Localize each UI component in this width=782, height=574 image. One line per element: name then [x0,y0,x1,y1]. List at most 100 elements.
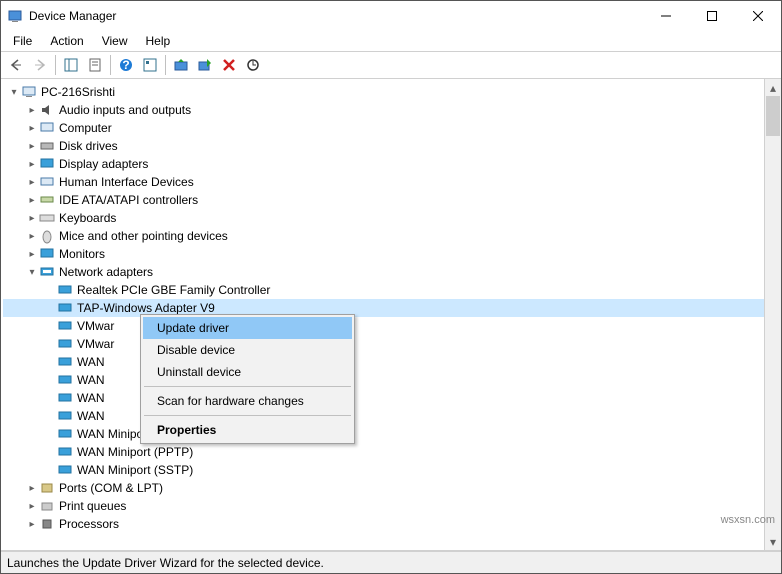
category-row[interactable]: ▸ Monitors [3,245,781,263]
category-row[interactable]: ▸ IDE ATA/ATAPI controllers [3,191,781,209]
chevron-right-icon[interactable]: ▸ [25,121,39,135]
category-row[interactable]: ▸ Human Interface Devices [3,173,781,191]
menu-help[interactable]: Help [138,32,179,50]
properties-button[interactable] [84,54,106,76]
device-label: TAP-Windows Adapter V9 [75,301,217,315]
device-tree[interactable]: ▾ PC-216Srishti ▸ Audio inputs and outpu… [1,79,781,533]
menubar: File Action View Help [1,31,781,51]
window-title: Device Manager [29,9,643,23]
network-adapter-icon [57,300,73,316]
context-disable-device[interactable]: Disable device [143,339,352,361]
scroll-thumb[interactable] [766,96,780,136]
chevron-right-icon[interactable]: ▸ [25,175,39,189]
network-adapter-icon [57,282,73,298]
app-icon [7,8,23,24]
menu-view[interactable]: View [94,32,136,50]
action-button[interactable] [139,54,161,76]
device-row[interactable]: WAN [3,407,781,425]
category-label: Keyboards [57,211,118,225]
minimize-button[interactable] [643,1,689,31]
category-row[interactable]: ▸ Display adapters [3,155,781,173]
category-row[interactable]: ▸ Mice and other pointing devices [3,227,781,245]
uninstall-device-button[interactable] [218,54,240,76]
network-icon [39,264,55,280]
device-label: WAN Miniport (SSTP) [75,463,195,477]
chevron-right-icon[interactable]: ▸ [25,229,39,243]
audio-icon [39,102,55,118]
nav-back-button[interactable] [5,54,27,76]
category-row[interactable]: ▸ Print queues [3,497,781,515]
chevron-right-icon[interactable]: ▸ [25,211,39,225]
category-label: Computer [57,121,114,135]
device-label: Realtek PCIe GBE Family Controller [75,283,272,297]
mouse-icon [39,228,55,244]
device-row[interactable]: WAN Miniport (PPPOE) [3,425,781,443]
tree-root-label: PC-216Srishti [39,85,117,99]
category-row-network[interactable]: ▾ Network adapters [3,263,781,281]
menu-file[interactable]: File [5,32,40,50]
category-row[interactable]: ▸ Processors [3,515,781,533]
network-adapter-icon [57,444,73,460]
category-row[interactable]: ▸ Computer [3,119,781,137]
device-row[interactable]: Realtek PCIe GBE Family Controller [3,281,781,299]
device-row[interactable]: VMwar [3,335,781,353]
display-icon [39,156,55,172]
context-properties[interactable]: Properties [143,419,352,441]
hid-icon [39,174,55,190]
context-scan-hardware[interactable]: Scan for hardware changes [143,390,352,412]
update-driver-button[interactable] [170,54,192,76]
toolbar-separator [165,55,166,75]
chevron-right-icon[interactable]: ▸ [25,499,39,513]
context-separator [144,415,351,416]
menu-action[interactable]: Action [42,32,91,50]
chevron-down-icon[interactable]: ▾ [25,265,39,279]
category-row[interactable]: ▸ Disk drives [3,137,781,155]
context-update-driver[interactable]: Update driver [143,317,352,339]
scroll-up-icon[interactable]: ▴ [765,79,781,96]
show-hide-tree-button[interactable] [60,54,82,76]
network-adapter-icon [57,462,73,478]
category-label: Ports (COM & LPT) [57,481,165,495]
vertical-scrollbar[interactable]: ▴ ▾ [764,79,781,550]
context-menu: Update driver Disable device Uninstall d… [140,314,355,444]
category-label: Network adapters [57,265,155,279]
device-row-selected[interactable]: TAP-Windows Adapter V9 [3,299,781,317]
computer-icon [39,120,55,136]
disable-device-button[interactable] [194,54,216,76]
device-row[interactable]: WAN [3,389,781,407]
category-label: Mice and other pointing devices [57,229,230,243]
category-row[interactable]: ▸ Ports (COM & LPT) [3,479,781,497]
network-adapter-icon [57,354,73,370]
close-button[interactable] [735,1,781,31]
device-row[interactable]: WAN Miniport (SSTP) [3,461,781,479]
chevron-right-icon[interactable]: ▸ [25,517,39,531]
help-button[interactable]: ? [115,54,137,76]
maximize-button[interactable] [689,1,735,31]
chevron-right-icon[interactable]: ▸ [25,193,39,207]
nav-forward-button[interactable] [29,54,51,76]
device-row[interactable]: WAN [3,371,781,389]
network-adapter-icon [57,426,73,442]
device-row[interactable]: WAN [3,353,781,371]
category-row[interactable]: ▸ Audio inputs and outputs [3,101,781,119]
toolbar: ? [1,51,781,79]
processor-icon [39,516,55,532]
category-row[interactable]: ▸ Keyboards [3,209,781,227]
device-label: VMwar [75,319,116,333]
tree-root-row[interactable]: ▾ PC-216Srishti [3,83,781,101]
chevron-right-icon[interactable]: ▸ [25,247,39,261]
device-row[interactable]: WAN Miniport (PPTP) [3,443,781,461]
chevron-right-icon[interactable]: ▸ [25,103,39,117]
chevron-right-icon[interactable]: ▸ [25,481,39,495]
chevron-down-icon[interactable]: ▾ [7,85,21,99]
device-label: WAN [75,355,107,369]
scan-hardware-button[interactable] [242,54,264,76]
device-row[interactable]: VMwar [3,317,781,335]
window-controls [643,1,781,31]
context-uninstall-device[interactable]: Uninstall device [143,361,352,383]
category-label: Disk drives [57,139,120,153]
scroll-down-icon[interactable]: ▾ [765,533,781,550]
category-label: Monitors [57,247,107,261]
chevron-right-icon[interactable]: ▸ [25,139,39,153]
chevron-right-icon[interactable]: ▸ [25,157,39,171]
